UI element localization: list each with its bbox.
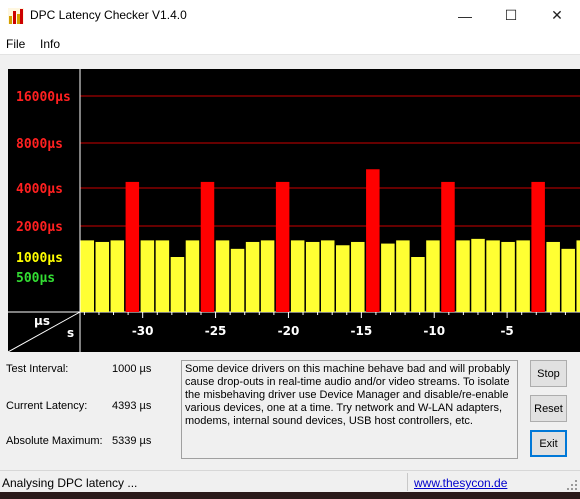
latency-bar xyxy=(396,240,410,312)
latency-bar xyxy=(95,241,110,312)
reset-button[interactable]: Reset xyxy=(530,395,567,422)
latency-bar xyxy=(170,257,185,312)
x-tick-label: -15 xyxy=(350,324,372,338)
latency-chart-svg: 16000µs 8000µs 4000µs 2000µs 1000µs 500µs µs s -… xyxy=(8,69,580,352)
y-axis-label: 8000µs xyxy=(16,137,63,152)
x-axis-unit-top: µs xyxy=(34,314,50,328)
latency-bar xyxy=(501,241,515,312)
maximize-icon: ☐ xyxy=(504,7,518,23)
x-tick-label: -5 xyxy=(500,324,513,338)
latency-bar xyxy=(381,243,395,312)
latency-bar xyxy=(486,240,500,312)
latency-bar xyxy=(260,240,275,312)
x-tick-label: -30 xyxy=(132,324,154,338)
latency-bar xyxy=(140,240,155,312)
latency-bar xyxy=(576,240,580,312)
title-bar: DPC Latency Checker V1.4.0 — ☐ ✕ xyxy=(0,0,580,31)
absolute-maximum-label: Absolute Maximum: xyxy=(6,435,103,447)
x-tick-label: -25 xyxy=(205,324,227,338)
latency-bar xyxy=(80,240,94,312)
absolute-maximum-value: 5339 µs xyxy=(112,435,152,447)
minimize-button[interactable]: — xyxy=(442,0,488,31)
latency-bar xyxy=(516,240,530,312)
maximize-button[interactable]: ☐ xyxy=(488,0,534,31)
latency-bar xyxy=(441,181,455,312)
latency-bar xyxy=(366,169,380,312)
latency-bar xyxy=(546,241,560,312)
x-axis-unit-bottom: s xyxy=(67,326,74,340)
status-text: Analysing DPC latency ... xyxy=(2,476,138,490)
latency-bar xyxy=(275,181,290,312)
y-axis-label: 2000µs xyxy=(16,220,63,235)
latency-bar xyxy=(426,240,440,312)
latency-bar xyxy=(290,240,305,312)
test-interval-value: 1000 µs xyxy=(112,363,152,375)
latency-bar xyxy=(411,257,425,312)
status-bar: Analysing DPC latency ... www.thesycon.d… xyxy=(0,470,580,492)
latency-bar xyxy=(215,240,230,312)
x-tick-label: -10 xyxy=(423,324,445,338)
latency-bar xyxy=(336,245,350,312)
current-latency-value: 4393 µs xyxy=(112,400,152,412)
latency-chart: 16000µs 8000µs 4000µs 2000µs 1000µs 500µs µs s -… xyxy=(8,69,580,352)
menu-file[interactable]: File xyxy=(6,37,25,51)
stop-button[interactable]: Stop xyxy=(530,360,567,387)
website-link[interactable]: www.thesycon.de xyxy=(414,476,507,490)
y-axis-label: 16000µs xyxy=(16,90,71,105)
current-latency-label: Current Latency: xyxy=(6,400,88,412)
window-title: DPC Latency Checker V1.4.0 xyxy=(30,8,187,22)
latency-bar xyxy=(351,241,365,312)
latency-bar xyxy=(185,240,200,312)
menu-bar: File Info xyxy=(0,31,580,55)
app-icon xyxy=(8,8,24,24)
latency-bar xyxy=(471,238,485,312)
close-button[interactable]: ✕ xyxy=(534,0,580,31)
menu-info[interactable]: Info xyxy=(40,37,60,51)
latency-bar xyxy=(456,240,470,312)
latency-bar xyxy=(110,240,125,312)
test-interval-label: Test Interval: xyxy=(6,363,69,375)
latency-bar xyxy=(200,181,215,312)
y-axis-label: 500µs xyxy=(16,271,55,286)
status-separator xyxy=(407,473,408,491)
close-icon: ✕ xyxy=(551,7,563,23)
latency-bar xyxy=(230,248,245,312)
y-axis-label: 4000µs xyxy=(16,182,63,197)
latency-bar xyxy=(305,241,320,312)
latency-bar xyxy=(245,241,260,312)
minimize-icon: — xyxy=(458,7,472,24)
resize-grip-icon[interactable] xyxy=(566,479,578,491)
exit-button[interactable]: Exit xyxy=(530,430,567,457)
x-tick-label: -20 xyxy=(278,324,300,338)
latency-bar xyxy=(125,181,140,312)
diagnostic-message: Some device drivers on this machine beha… xyxy=(181,360,518,459)
latency-bar xyxy=(320,240,335,312)
latency-bar xyxy=(531,181,545,312)
desktop-strip xyxy=(0,492,580,499)
y-axis-label: 1000µs xyxy=(16,251,63,266)
latency-bar xyxy=(561,248,575,312)
latency-bar xyxy=(155,240,170,312)
